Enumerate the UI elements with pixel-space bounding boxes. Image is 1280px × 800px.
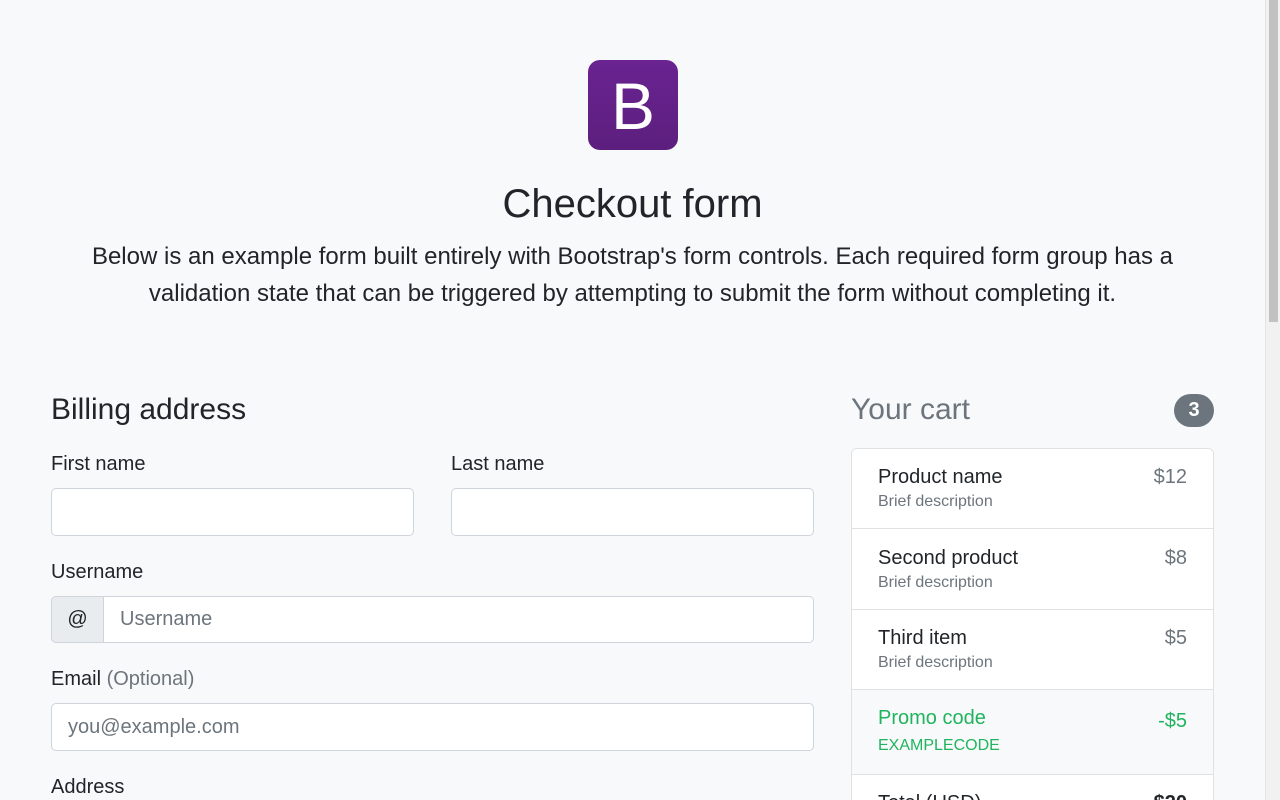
cart-item: Third item Brief description $5 (852, 610, 1213, 690)
username-input[interactable]: Username (103, 596, 814, 643)
page-scrollbar[interactable] (1265, 0, 1280, 800)
billing-title: Billing address (51, 393, 247, 426)
first-name-input[interactable] (51, 488, 414, 536)
cart-item-name: Product name (878, 466, 1003, 488)
cart-title: Your cart (851, 393, 970, 426)
cart-item-name: Third item (878, 627, 967, 649)
last-name-label: Last name (451, 453, 545, 475)
cart-item: Product name Brief description $12 (852, 449, 1213, 529)
cart-list: Product name Brief description $12 Secon… (851, 448, 1214, 800)
cart-item-price: $5 (1164, 627, 1187, 649)
page-title: Checkout form (502, 182, 763, 226)
cart-item-price: $12 (1153, 466, 1187, 488)
scrollbar-thumb[interactable] (1269, 0, 1278, 322)
cart-item: Second product Brief description $8 (852, 529, 1213, 610)
first-name-label: First name (51, 453, 146, 475)
cart-item-description: Brief description (878, 493, 993, 510)
email-input[interactable]: you@example.com (51, 703, 814, 751)
cart-count-badge: 3 (1174, 394, 1214, 427)
bootstrap-logo: B (588, 60, 678, 150)
last-name-input[interactable] (451, 488, 814, 536)
page-lead: Below is an example form built entirely … (91, 243, 1174, 307)
email-label: Email (Optional) (51, 667, 194, 691)
promo-code-amount: -$5 (1158, 710, 1187, 732)
cart-item-description: Brief description (878, 574, 993, 591)
promo-code-label: Promo code (878, 707, 986, 729)
cart-total-label: Total (USD) (878, 791, 981, 800)
username-label: Username (51, 561, 144, 583)
username-prefix: @ (51, 596, 104, 643)
address-label: Address (51, 776, 125, 798)
cart-total-row: Total (USD) $20 (852, 775, 1213, 800)
checkout-page: B Checkout form Below is an example form… (0, 0, 1280, 800)
logo-letter: B (610, 69, 656, 143)
email-label-text: Email (51, 668, 102, 690)
cart-item-description: Brief description (878, 654, 993, 671)
promo-code-row: Promo code EXAMPLECODE -$5 (852, 690, 1213, 775)
cart-item-name: Second product (878, 547, 1019, 569)
promo-code-value: EXAMPLECODE (878, 737, 1000, 754)
cart-total-amount: $20 (1154, 791, 1187, 800)
email-optional-hint: (Optional) (106, 668, 195, 690)
cart-item-price: $8 (1164, 547, 1187, 569)
